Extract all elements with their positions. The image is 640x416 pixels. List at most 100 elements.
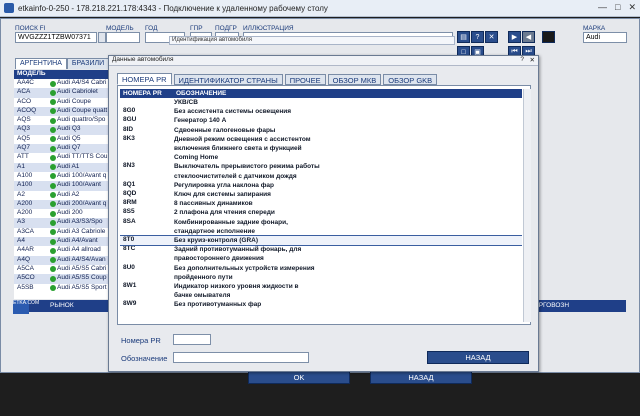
label-subgroup: ПОДГР xyxy=(215,25,237,32)
tab-pr-numbers[interactable]: НОМЕРА PR xyxy=(117,73,172,85)
model-row[interactable]: A1 Audi A1 xyxy=(14,162,114,172)
model-field[interactable] xyxy=(106,32,140,43)
model-row[interactable]: A4AR Audi A4 allroad xyxy=(14,246,114,255)
pr-description-line: Задний противотуманный фонарь, для xyxy=(174,246,302,254)
pr-code: 8ID xyxy=(123,125,134,133)
vin-dropdown-icon[interactable] xyxy=(98,32,106,43)
pr-description-line: Дневной режим освещения с ассистентом xyxy=(174,135,311,143)
model-row[interactable]: AQ3 Audi Q3 xyxy=(14,125,114,135)
model-row[interactable]: A5CA Audi A5/S5 Cabri xyxy=(14,265,114,274)
pr-row[interactable]: 8G0 Без ассистента системы освещения xyxy=(120,107,522,116)
next-icon[interactable]: ▶ xyxy=(508,31,521,43)
tab-brazil[interactable]: БРАЗИЛИ xyxy=(66,58,110,69)
pr-row[interactable]: 8N3 Выключатель прерывистого режима работ… xyxy=(120,162,522,180)
pr-description-line: бачке омывателя xyxy=(174,292,231,300)
black-button[interactable] xyxy=(542,31,555,43)
pr-description: УКВ/CB xyxy=(174,98,522,107)
pr-code: 8SA xyxy=(123,217,136,225)
model-row[interactable]: AA4C Audi A4/S4 Cabri xyxy=(14,79,114,88)
model-row[interactable]: A5SB Audi A5/S5 Sport xyxy=(14,284,114,293)
model-row[interactable]: AQ7 Audi Q7 xyxy=(14,144,114,154)
pr-row[interactable]: 8SA Комбинированные задние фонари, стандар… xyxy=(120,218,522,236)
brand-field[interactable]: Audi xyxy=(583,32,627,43)
maximize-icon[interactable]: □ xyxy=(615,2,620,13)
model-row[interactable]: A3 Audi A3/S3/Spo xyxy=(14,218,114,228)
pr-code: 8U0 xyxy=(123,263,135,271)
col-desc-header[interactable]: ОБОЗНАЧЕНИЕ xyxy=(176,90,226,97)
model-code: A5CA xyxy=(17,264,34,272)
tab-country-id[interactable]: ИДЕНТИФИКАТОР СТРАНЫ xyxy=(173,74,283,85)
pr-row[interactable]: 8T0 Без круиз-контроля (GRA) xyxy=(120,235,522,247)
dialog-help-icon[interactable]: ? xyxy=(520,56,524,63)
label-illustration: ИЛЛЮСТРАЦИЯ xyxy=(243,25,294,32)
model-name: Audi A2 xyxy=(57,190,80,198)
vin-input[interactable]: WVGZZZ1TZBW07371 xyxy=(15,32,97,43)
tab-argentina[interactable]: АРГЕНТИНА xyxy=(15,58,67,69)
minimize-icon[interactable]: — xyxy=(598,2,607,13)
model-row[interactable]: A100 Audi 100/Avant xyxy=(14,181,114,191)
pr-row[interactable]: 8ID Сдвоенные галогеновые фары xyxy=(120,126,522,135)
status-dot-icon xyxy=(50,99,56,106)
model-row[interactable]: ACA Audi Cabriolet xyxy=(14,88,114,98)
pr-description-line: 2 плафона для чтения спереди xyxy=(174,209,275,217)
status-dot-icon xyxy=(50,219,56,226)
pr-description: Комбинированные задние фонари, стандартно… xyxy=(174,218,522,236)
back-button-outer[interactable]: НАЗАД xyxy=(370,371,472,384)
dialog-close-icon[interactable]: ✕ xyxy=(530,56,535,64)
pr-row[interactable]: 8RM 8 пассивных динамиков xyxy=(120,199,522,208)
pr-description-line: Индикатор низкого уровня жидкости в xyxy=(174,283,299,291)
model-row[interactable]: AQ5 Audi Q5 xyxy=(14,135,114,144)
pr-row[interactable]: 8U0 Без дополнительных устройств измерени… xyxy=(120,264,522,282)
model-row[interactable]: A200 Audi 200 xyxy=(14,209,114,218)
pr-row[interactable]: 8GU Генератор 140 A xyxy=(120,116,522,125)
model-row[interactable]: A2 Audi A2 xyxy=(14,191,114,200)
pr-row[interactable]: УКВ/CB xyxy=(120,98,522,107)
clipboard-icon[interactable]: ▤ xyxy=(457,31,470,43)
status-dot-icon xyxy=(50,285,56,292)
close-icon[interactable]: ✕ xyxy=(628,2,636,13)
pr-row[interactable]: 8K3 Дневной режим освещения с ассистентом… xyxy=(120,135,522,163)
model-row[interactable]: A3CA Audi A3 Cabriole xyxy=(14,228,114,237)
status-dot-icon xyxy=(50,238,56,245)
tab-other[interactable]: ПРОЧЕЕ xyxy=(284,74,326,85)
prev-icon[interactable]: ◀ xyxy=(522,31,535,43)
ok-button[interactable]: OK xyxy=(248,371,350,384)
pr-row[interactable]: 8W1 Индикатор низкого уровня жидкости в ба… xyxy=(120,282,522,300)
col-pr-header[interactable]: НОМЕРА PR xyxy=(123,90,162,97)
pr-row[interactable]: 8Q1 Регулировка угла наклона фар xyxy=(120,181,522,190)
pr-description: Задний противотуманный фонарь, для правос… xyxy=(174,245,522,263)
dialog-tabs: НОМЕРА PR ИДЕНТИФИКАТОР СТРАНЫ ПРОЧЕЕ ОБ… xyxy=(117,73,438,85)
tab-mkb-overview[interactable]: ОБЗОР МКВ xyxy=(327,74,382,85)
market-label[interactable]: РЫНОК xyxy=(50,302,74,309)
desc-filter-input[interactable] xyxy=(173,352,309,363)
model-row[interactable]: ACOQ Audi Coupe quatt xyxy=(14,106,114,117)
pr-description: Без ассистента системы освещения xyxy=(174,107,522,116)
status-dot-icon xyxy=(50,266,56,273)
model-row[interactable]: AQS Audi quattro/Spo xyxy=(14,116,114,125)
dialog-back-button[interactable]: НАЗАД xyxy=(427,351,529,364)
pr-filter-input[interactable] xyxy=(173,334,211,345)
pr-row[interactable]: 8S5 2 плафона для чтения спереди xyxy=(120,208,522,217)
close-tool-icon[interactable]: ✕ xyxy=(485,31,498,43)
pr-row[interactable]: 8QD Ключ для системы запирания xyxy=(120,190,522,199)
status-dot-icon xyxy=(50,126,56,133)
pr-description: Без противотуманных фар xyxy=(174,300,522,309)
pr-table-scrollbar[interactable] xyxy=(523,89,531,322)
pr-row[interactable]: 8TC Задний противотуманный фонарь, для пра… xyxy=(120,245,522,263)
model-row[interactable]: A4Q Audi A4/S4/Avan xyxy=(14,255,114,265)
status-dot-icon xyxy=(50,145,56,152)
model-row[interactable]: ACO Audi Coupe xyxy=(14,98,114,107)
model-row[interactable]: A200 Audi 200/Avant q xyxy=(14,199,114,210)
model-list-header: МОДЕЛЬ xyxy=(14,70,114,79)
model-row[interactable]: A5CO Audi A5/S5 Coup xyxy=(14,274,114,284)
model-row[interactable]: ATT Audi TT/TTS Cou xyxy=(14,153,114,162)
pr-description: Ключ для системы запирания xyxy=(174,190,522,199)
status-dot-icon xyxy=(50,247,56,254)
model-row[interactable]: A100 Audi 100/Avant q xyxy=(14,172,114,181)
help-icon[interactable]: ? xyxy=(471,31,484,43)
tab-gkb-overview[interactable]: ОБЗОР GKB xyxy=(383,74,438,85)
model-row[interactable]: A4 Audi A4/Avant xyxy=(14,237,114,247)
model-name: Audi Q3 xyxy=(57,125,81,133)
pr-row[interactable]: 8W9 Без противотуманных фар xyxy=(120,300,522,309)
model-name: Audi A4/S4/Avan xyxy=(57,255,106,263)
